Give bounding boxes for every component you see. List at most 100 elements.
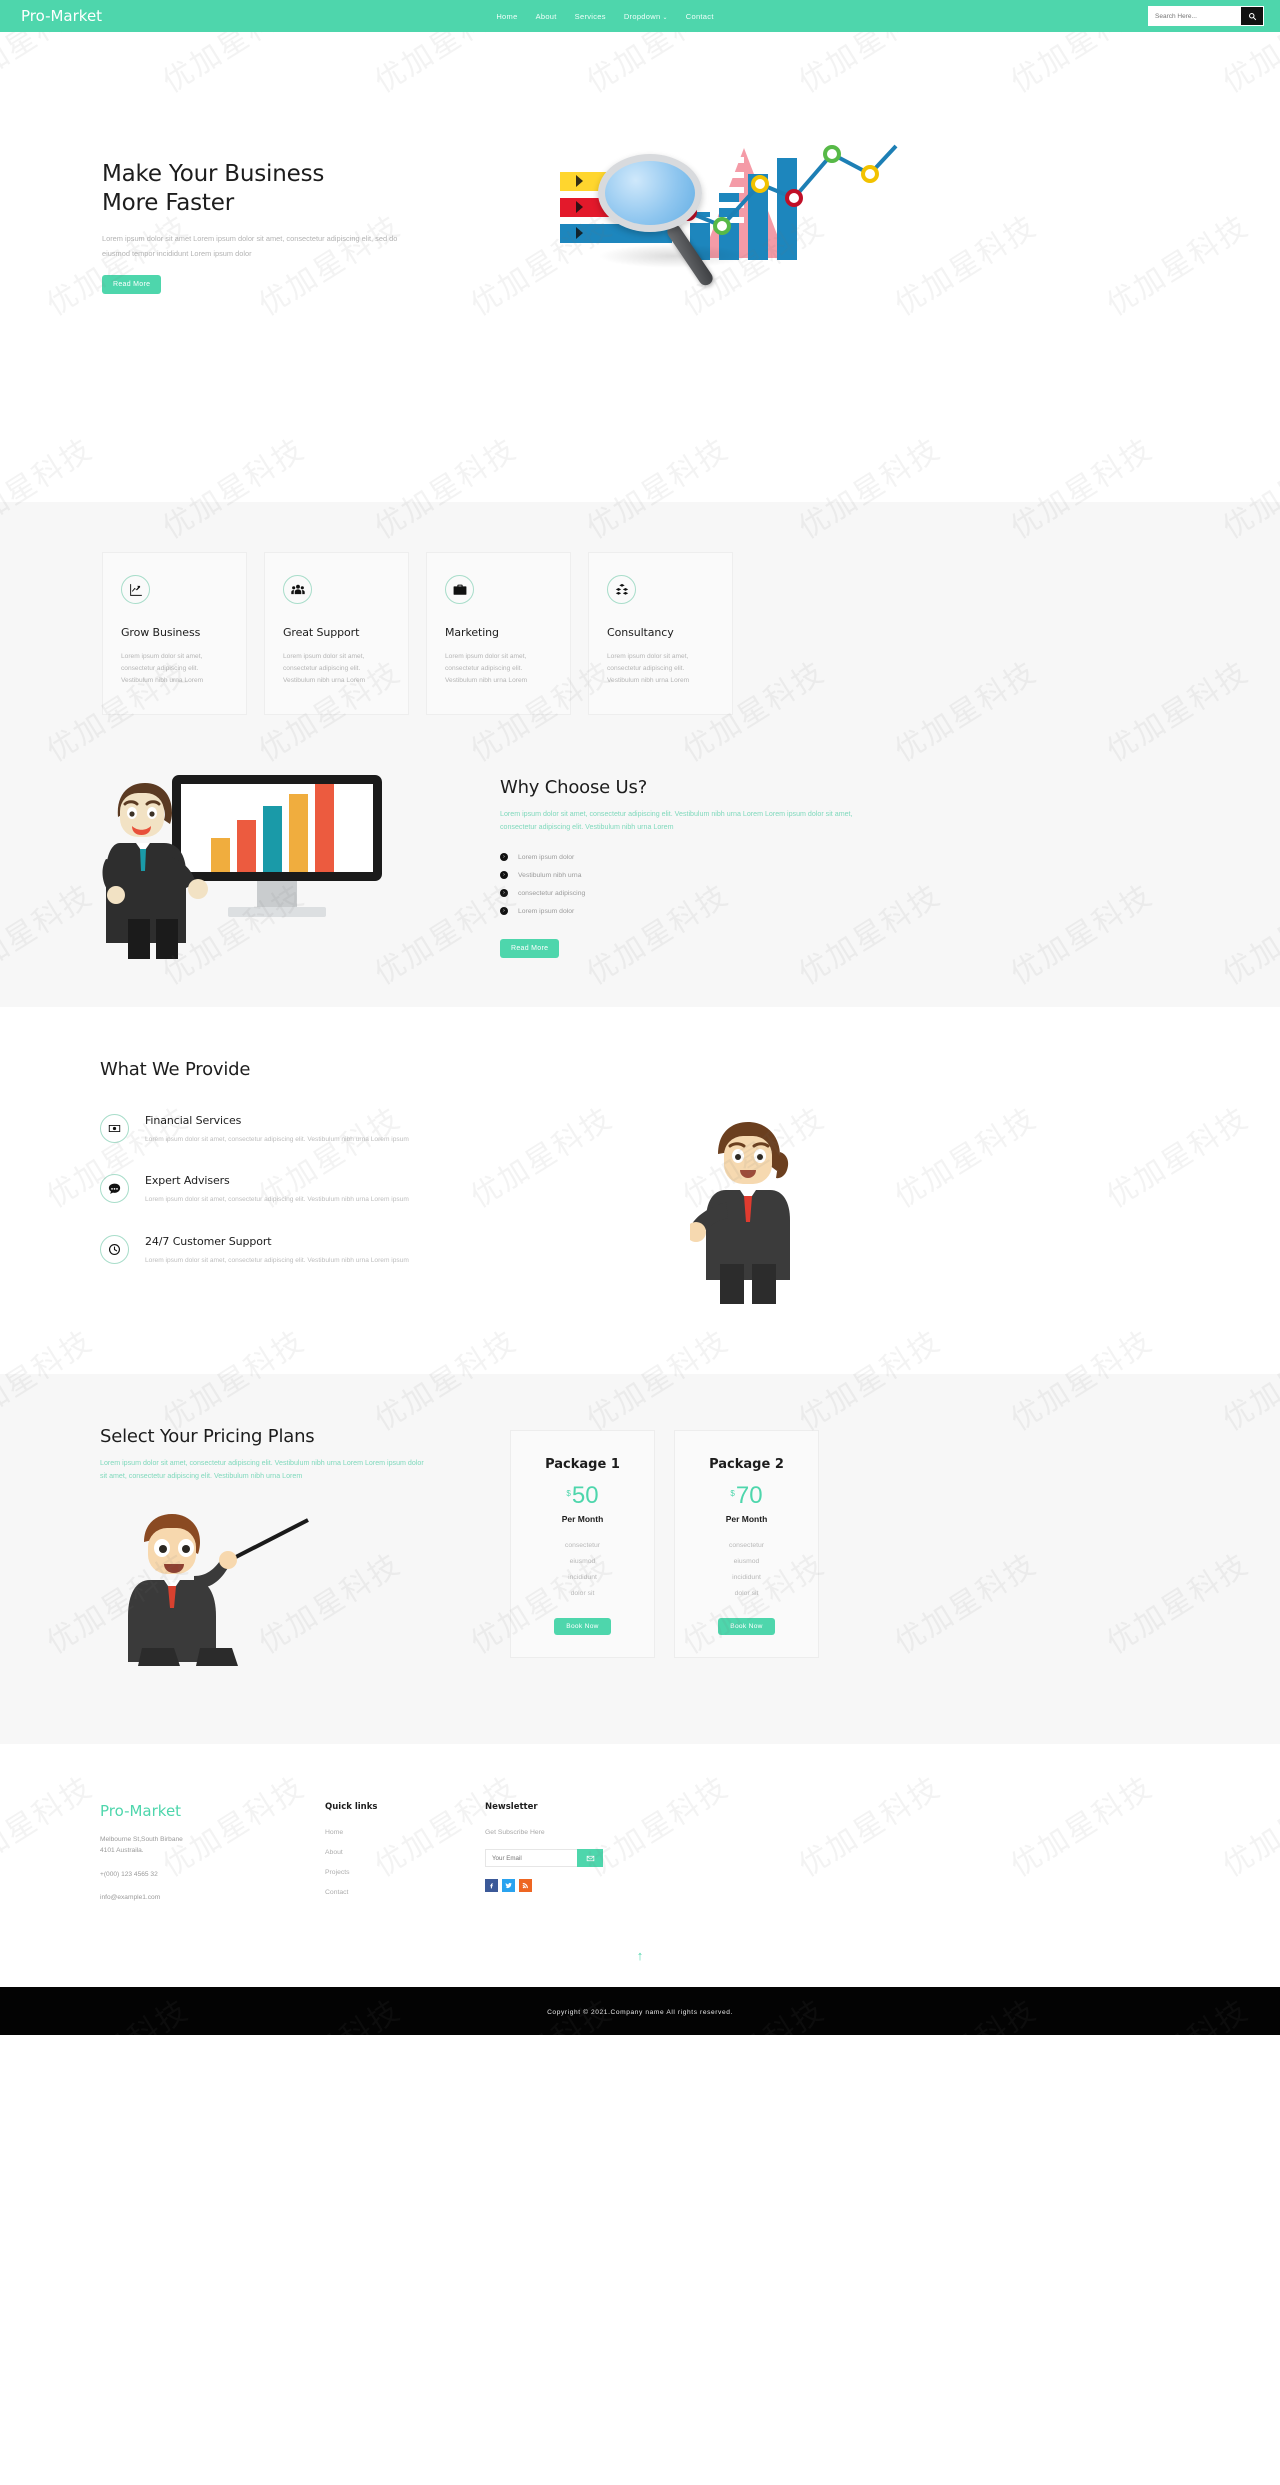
nav-item-home[interactable]: Home — [496, 12, 517, 21]
feature-card[interactable]: Great Support Lorem ipsum dolor sit amet… — [264, 552, 409, 715]
search-button[interactable] — [1241, 7, 1263, 25]
nav-item-about[interactable]: About — [536, 12, 557, 21]
provide-illustration — [530, 1114, 1180, 1314]
list-item: › Lorem ipsum dolor — [500, 907, 1180, 916]
list-item-label: Lorem ipsum dolor — [518, 907, 575, 915]
businessman-figure — [102, 782, 208, 959]
twitter-icon[interactable] — [502, 1879, 515, 1893]
feature-text: Lorem ipsum dolor sit amet, consectetur … — [121, 653, 204, 685]
nav-item-contact[interactable]: Contact — [686, 12, 714, 21]
feature-text: Lorem ipsum dolor sit amet, consectetur … — [283, 653, 366, 685]
arrow-circle-icon: › — [500, 889, 508, 898]
newsletter-email-input[interactable] — [485, 1849, 578, 1868]
facebook-icon[interactable] — [485, 1879, 498, 1893]
scroll-to-top[interactable]: ↑ — [0, 1915, 1280, 1987]
arrow-up-icon[interactable]: ↑ — [637, 1948, 644, 1963]
newsletter-submit-button[interactable] — [577, 1849, 603, 1868]
users-group-icon — [283, 575, 312, 604]
hero-title: Make Your Business More Faster — [102, 160, 520, 219]
arrow-circle-icon: › — [500, 907, 508, 916]
footer-address-line1: Melbourne St,South Birbane — [100, 1836, 183, 1844]
nav-item-dropdown[interactable]: Dropdown ⌄ — [624, 12, 668, 21]
rss-icon[interactable] — [519, 1879, 532, 1893]
plan-feature: dolor sit — [570, 1589, 595, 1597]
footer-newsletter-subtitle: Get Subscribe Here — [485, 1829, 545, 1837]
plan-feature: incididunt — [568, 1573, 597, 1581]
plan-book-now-button[interactable]: Book Now — [554, 1617, 611, 1635]
plan-amount: 50 — [571, 1481, 599, 1509]
hero-section: Make Your Business More Faster Lorem ips… — [0, 32, 1280, 502]
pricing-section: Select Your Pricing Plans Lorem ipsum do… — [0, 1373, 1280, 1745]
plan-features: consectetur eiusmod incididunt dolor sit — [511, 1542, 654, 1597]
provide-item-title: 24/7 Customer Support — [145, 1235, 272, 1249]
feature-text: Lorem ipsum dolor sit amet, consectetur … — [445, 653, 528, 685]
social-links — [485, 1879, 745, 1893]
primary-nav: Home About Services Dropdown ⌄ Contact — [62, 12, 1148, 21]
pricing-plan-card[interactable]: Package 1 $50 Per Month consectetur eius… — [510, 1429, 655, 1658]
magnifier-lens-icon — [598, 154, 702, 232]
clock-icon — [100, 1235, 129, 1265]
magnifier-shadow — [598, 244, 748, 268]
footer-link-contact[interactable]: Contact — [325, 1889, 485, 1896]
why-read-more-button[interactable]: Read More — [500, 939, 560, 959]
plan-currency: $ — [730, 1488, 735, 1498]
why-paragraph: Lorem ipsum dolor sit amet, consectetur … — [500, 809, 853, 832]
chevron-down-icon: ⌄ — [662, 14, 668, 21]
copyright-text: Copyright © 2021.Company name All rights… — [547, 2009, 733, 2017]
footer-link-projects[interactable]: Projects — [325, 1869, 485, 1876]
hero-title-line2: More Faster — [102, 190, 234, 217]
chart-line-up-icon — [121, 575, 150, 604]
pricing-title: Select Your Pricing Plans — [100, 1425, 315, 1447]
footer-link-home[interactable]: Home — [325, 1829, 485, 1836]
provide-title: What We Provide — [100, 1058, 251, 1080]
footer-quick-links-title: Quick links — [325, 1802, 378, 1813]
provide-item: Expert Advisers Lorem ipsum dolor sit am… — [100, 1174, 530, 1207]
features-section: Grow Business Lorem ipsum dolor sit amet… — [0, 502, 1280, 751]
why-feature-list: › Lorem ipsum dolor › Vestibulum nibh urna… — [500, 853, 1180, 916]
cubes-icon — [607, 575, 636, 604]
monitor-bar-chart — [211, 783, 334, 872]
trend-line-overlay — [682, 144, 898, 235]
footer-newsletter-column: Newsletter Get Subscribe Here — [485, 1802, 745, 1915]
footer-phone[interactable]: +(000) 123 4565 32 — [100, 1869, 325, 1880]
list-item-label: consectetur adipiscing — [518, 889, 586, 897]
feature-card[interactable]: Grow Business Lorem ipsum dolor sit amet… — [102, 552, 247, 715]
newsletter-form — [485, 1849, 603, 1868]
list-item-label: Lorem ipsum dolor — [518, 853, 575, 861]
plan-feature: eiusmod — [733, 1557, 760, 1565]
nav-item-services[interactable]: Services — [575, 12, 606, 21]
comment-dots-icon — [100, 1174, 129, 1204]
hero-paragraph: Lorem ipsum dolor sit amet Lorem ipsum d… — [102, 233, 398, 259]
teacher-pointer-figure — [128, 1514, 309, 1667]
footer: Pro-Market Melbourne St,South Birbane 41… — [0, 1744, 1280, 2036]
plan-features: consectetur eiusmod incididunt dolor sit — [675, 1542, 818, 1597]
footer-email[interactable]: info@example1.com — [100, 1892, 325, 1903]
provide-item-title: Financial Services — [145, 1113, 242, 1127]
plan-feature: incididunt — [732, 1573, 761, 1581]
list-item: › Vestibulum nibh urna — [500, 871, 1180, 880]
footer-brand-column: Pro-Market Melbourne St,South Birbane 41… — [100, 1802, 325, 1915]
pricing-plan-card[interactable]: Package 2 $70 Per Month consectetur eius… — [674, 1429, 819, 1658]
search-box — [1148, 6, 1264, 26]
money-bill-icon — [100, 1113, 129, 1143]
arrow-circle-icon: › — [500, 871, 508, 880]
plan-book-now-button[interactable]: Book Now — [718, 1617, 775, 1635]
plan-feature: consectetur — [728, 1541, 765, 1549]
arrow-circle-icon: › — [500, 853, 508, 862]
feature-card[interactable]: Consultancy Lorem ipsum dolor sit amet, … — [588, 552, 733, 715]
list-item: › consectetur adipiscing — [500, 889, 1180, 898]
plan-feature: dolor sit — [734, 1589, 759, 1597]
search-input[interactable] — [1149, 7, 1242, 25]
copyright-bar: Copyright © 2021.Company name All rights… — [0, 1987, 1280, 2036]
provide-item: 24/7 Customer Support Lorem ipsum dolor … — [100, 1235, 530, 1268]
footer-brand[interactable]: Pro-Market — [100, 1802, 325, 1820]
businessman-pointing-figure — [690, 1121, 790, 1304]
hero-read-more-button[interactable]: Read More — [102, 275, 162, 295]
footer-quick-links-column: Quick links Home About Projects Contact — [325, 1802, 485, 1915]
feature-card[interactable]: Marketing Lorem ipsum dolor sit amet, co… — [426, 552, 571, 715]
what-we-provide-section: What We Provide Financial Services Lorem… — [0, 1006, 1280, 1374]
hero-copy: Make Your Business More Faster Lorem ips… — [100, 132, 520, 295]
feature-title: Consultancy — [607, 626, 674, 639]
footer-link-about[interactable]: About — [325, 1849, 485, 1856]
footer-address: Melbourne St,South Birbane 4101 Austrail… — [100, 1834, 325, 1856]
